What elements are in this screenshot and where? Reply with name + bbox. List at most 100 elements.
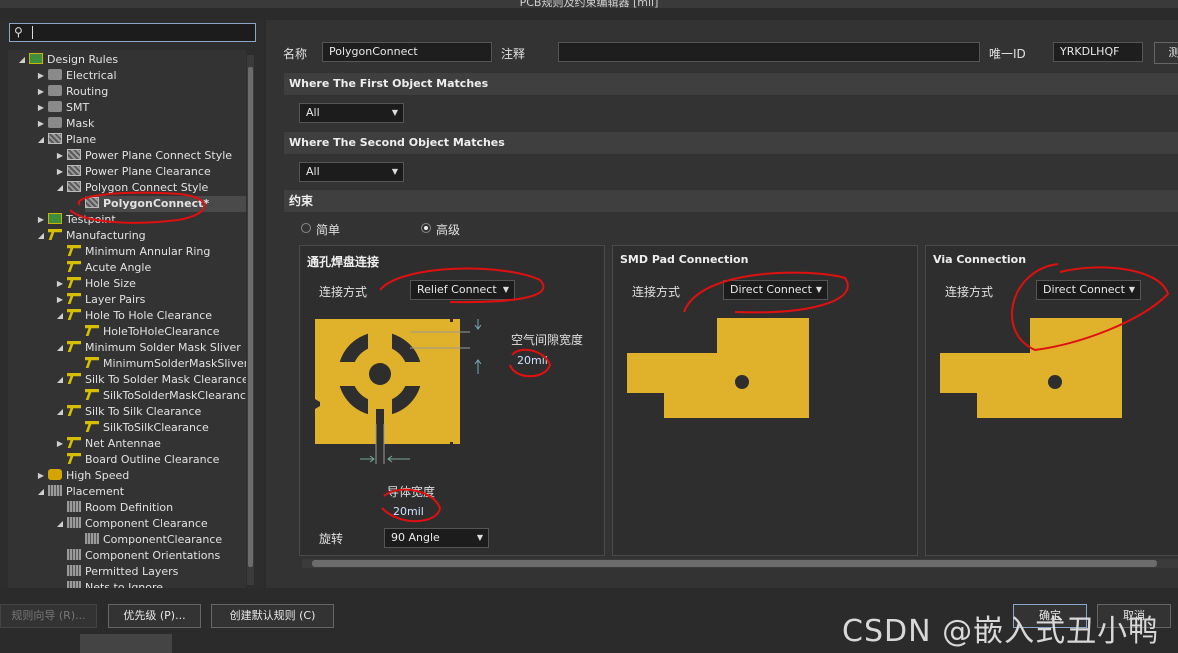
tree-item[interactable]: ▶ Routing xyxy=(38,84,108,100)
second-object-dropdown[interactable]: All ▼ xyxy=(299,162,404,182)
tree-item[interactable]: ▶ Power Plane Clearance xyxy=(57,164,211,180)
air-gap-value[interactable]: 20mil xyxy=(517,354,548,367)
tree-item[interactable]: ▶ Hole Size xyxy=(57,276,136,292)
expand-arrow-icon[interactable]: ▶ xyxy=(36,212,46,228)
placement-rule-icon xyxy=(67,517,81,528)
tree-item[interactable]: Minimum Annular Ring xyxy=(67,244,210,260)
rule-icon xyxy=(67,309,81,320)
tree-item[interactable]: ◢ Design Rules xyxy=(19,52,118,68)
collapse-arrow-icon[interactable]: ◢ xyxy=(17,52,27,68)
tree-item[interactable]: Acute Angle xyxy=(67,260,151,276)
collapse-arrow-icon[interactable]: ◢ xyxy=(36,484,46,500)
tree-item[interactable]: ◢ Silk To Silk Clearance xyxy=(57,404,201,420)
expand-arrow-icon[interactable]: ▶ xyxy=(55,164,65,180)
rules-tree: ◢ Design Rules ▶ Electrical ▶ Routing ▶ SMT ▶ Mas… xyxy=(8,50,246,588)
rule-wizard-button[interactable]: 规则向导 (R)... xyxy=(0,604,97,628)
tree-item[interactable]: ◢ Hole To Hole Clearance xyxy=(57,308,212,324)
expand-arrow-icon[interactable]: ▶ xyxy=(55,148,65,164)
first-object-dropdown[interactable]: All ▼ xyxy=(299,103,404,123)
tree-item[interactable]: SilkToSolderMaskClearance xyxy=(85,388,246,404)
electrical-icon xyxy=(48,69,62,80)
tree-item[interactable]: ▶ High Speed xyxy=(38,468,130,484)
conductor-width-value[interactable]: 20mil xyxy=(393,505,424,518)
expand-arrow-icon[interactable]: ▶ xyxy=(36,116,46,132)
expand-arrow-icon[interactable]: ▶ xyxy=(55,436,65,452)
mode-advanced-radio[interactable] xyxy=(421,223,431,233)
tree-item[interactable]: ◢ Manufacturing xyxy=(38,228,146,244)
tree-item[interactable]: Nets to Ignore xyxy=(67,580,163,588)
tree-item[interactable]: ◢ Plane xyxy=(38,132,96,148)
tree-item[interactable]: ◢ Polygon Connect Style xyxy=(57,180,208,196)
tree-item[interactable]: MinimumSolderMaskSliver xyxy=(85,356,246,372)
mode-simple-radio[interactable] xyxy=(301,223,311,233)
taskbar-fragment xyxy=(80,634,172,653)
through-hole-title: 通孔焊盘连接 xyxy=(307,255,380,269)
placement-rule-icon xyxy=(85,533,99,544)
collapse-arrow-icon[interactable]: ◢ xyxy=(36,228,46,244)
tree-item[interactable]: HoleToHoleClearance xyxy=(85,324,220,340)
tree-item[interactable]: ▶ Electrical xyxy=(38,68,117,84)
create-default-rules-button[interactable]: 创建默认规则 (C) xyxy=(211,604,334,628)
expand-arrow-icon[interactable]: ▶ xyxy=(55,276,65,292)
collapse-arrow-icon[interactable]: ◢ xyxy=(36,132,46,148)
tree-item-label: Minimum Annular Ring xyxy=(85,245,211,258)
tree-vertical-scrollbar[interactable] xyxy=(247,55,254,585)
collapse-arrow-icon[interactable]: ◢ xyxy=(55,372,65,388)
constraints-scroll-thumb[interactable] xyxy=(312,560,1157,567)
collapse-arrow-icon[interactable]: ◢ xyxy=(55,516,65,532)
tree-item[interactable]: Board Outline Clearance xyxy=(67,452,219,468)
smd-connect-value: Direct Connect xyxy=(730,283,812,296)
tree-search-input[interactable]: ⚲ xyxy=(9,23,256,42)
expand-arrow-icon[interactable]: ▶ xyxy=(36,100,46,116)
via-connect-dropdown[interactable]: Direct Connect ▼ xyxy=(1036,280,1141,300)
priority-button[interactable]: 优先级 (P)... xyxy=(108,604,201,628)
rule-icon xyxy=(67,245,81,256)
constraints-horizontal-scrollbar[interactable] xyxy=(302,559,1178,568)
tree-item[interactable]: ▶ Layer Pairs xyxy=(57,292,145,308)
expand-arrow-icon[interactable]: ▶ xyxy=(36,68,46,84)
collapse-arrow-icon[interactable]: ◢ xyxy=(55,180,65,196)
tree-item-label: Minimum Solder Mask Sliver xyxy=(85,341,241,354)
rules-tree-panel: ⚲ ◢ Design Rules ▶ Electrical ▶ Routing ▶ SMT ▶ M… xyxy=(0,20,264,588)
tree-item[interactable]: ComponentClearance xyxy=(85,532,222,548)
collapse-arrow-icon[interactable]: ◢ xyxy=(55,340,65,356)
tree-item[interactable]: ▶ SMT xyxy=(38,100,89,116)
text-caret xyxy=(32,26,33,39)
tree-item-label: High Speed xyxy=(66,469,130,482)
routing-icon xyxy=(48,85,62,96)
tree-item-label: Board Outline Clearance xyxy=(85,453,220,466)
tree-item[interactable]: Permitted Layers xyxy=(67,564,178,580)
name-field[interactable]: PolygonConnect xyxy=(322,42,492,62)
tree-item-label: Silk To Solder Mask Clearance xyxy=(85,373,246,386)
rule-icon xyxy=(67,341,81,352)
expand-arrow-icon[interactable]: ▶ xyxy=(36,468,46,484)
tree-scroll-thumb[interactable] xyxy=(248,67,253,567)
test-button[interactable]: 测 xyxy=(1154,42,1178,64)
comment-field[interactable] xyxy=(558,42,980,62)
tree-item[interactable]: Component Orientations xyxy=(67,548,220,564)
expand-arrow-icon[interactable]: ▶ xyxy=(55,292,65,308)
collapse-arrow-icon[interactable]: ◢ xyxy=(55,404,65,420)
design-rules-icon xyxy=(29,53,43,64)
tree-item[interactable]: ▶ Power Plane Connect Style xyxy=(57,148,232,164)
rotation-dropdown[interactable]: 90 Angle ▼ xyxy=(384,528,489,548)
plane-icon xyxy=(48,133,62,144)
smd-connect-dropdown[interactable]: Direct Connect ▼ xyxy=(723,280,828,300)
collapse-arrow-icon[interactable]: ◢ xyxy=(55,308,65,324)
tree-item-label: Permitted Layers xyxy=(85,565,179,578)
unique-id-field[interactable]: YRKDLHQF xyxy=(1053,42,1143,62)
tree-item[interactable]: PolygonConnect* xyxy=(85,196,246,212)
through-hole-connect-dropdown[interactable]: Relief Connect ▼ xyxy=(410,280,515,300)
tree-item[interactable]: ◢ Placement xyxy=(38,484,124,500)
smd-pad-connection-card: SMD Pad Connection 连接方式 Direct Connect ▼ xyxy=(612,245,918,556)
tree-item[interactable]: SilkToSilkClearance xyxy=(85,420,209,436)
tree-item[interactable]: ▶ Testpoint xyxy=(38,212,116,228)
rotation-label: 旋转 xyxy=(319,532,344,546)
tree-item[interactable]: ▶ Net Antennae xyxy=(57,436,161,452)
tree-item[interactable]: ◢ Silk To Solder Mask Clearance xyxy=(57,372,246,388)
tree-item[interactable]: ◢ Minimum Solder Mask Sliver xyxy=(57,340,241,356)
tree-item[interactable]: ◢ Component Clearance xyxy=(57,516,208,532)
tree-item[interactable]: Room Definition xyxy=(67,500,173,516)
expand-arrow-icon[interactable]: ▶ xyxy=(36,84,46,100)
tree-item[interactable]: ▶ Mask xyxy=(38,116,94,132)
